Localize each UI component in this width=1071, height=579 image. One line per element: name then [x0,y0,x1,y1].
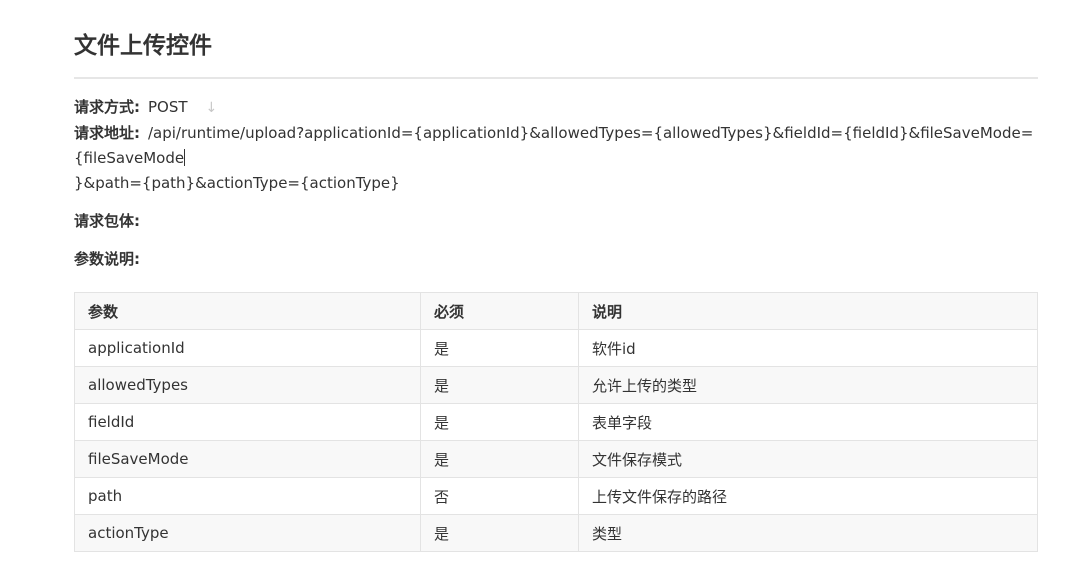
request-method-label: 请求方式: [74,98,140,116]
page-title: 文件上传控件 [74,33,212,59]
table-cell: 否 [420,477,579,515]
table-cell: 是 [420,403,579,441]
api-document: 文件上传控件 请求方式: POST ↓ 请求地址: /api/runtime/uplo… [74,0,1038,552]
request-url-part2[interactable]: {fileSaveMode [74,149,184,167]
request-body-line: 请求包体: [74,209,140,234]
table-cell: fileSaveMode [74,440,421,478]
table-cell: 是 [420,329,579,367]
request-method-value: POST [148,98,188,116]
table-row: fieldId 是 表单字段 [74,403,1038,441]
table-cell: 表单字段 [578,403,1038,441]
table-cell: 上传文件保存的路径 [578,477,1038,515]
table-row: allowedTypes 是 允许上传的类型 [74,366,1038,404]
request-url-label: 请求地址: [74,124,140,142]
table-cell: 软件id [578,329,1038,367]
request-url-wrap-line-2: }&path={path}&actionType={actionType} [74,171,400,196]
table-header-row: 参数 必须 说明 [74,292,1038,330]
table-cell: 是 [420,440,579,478]
params-table: 参数 必须 说明 applicationId 是 软件id allowedTyp… [74,292,1038,552]
table-cell: 是 [420,366,579,404]
request-url-line: 请求地址: /api/runtime/upload?applicationId={… [74,121,1033,146]
table-cell: fieldId [74,403,421,441]
table-cell: actionType [74,514,421,552]
arrow-down-icon: ↓ [205,100,218,116]
request-url-part3[interactable]: }&path={path}&actionType={actionType} [74,174,400,192]
table-cell: allowedTypes [74,366,421,404]
request-body-label: 请求包体: [74,212,140,230]
table-row: actionType 是 类型 [74,514,1038,552]
request-url-wrap-line: {fileSaveMode [74,146,186,171]
table-header-cell: 必须 [420,292,579,330]
table-row: path 否 上传文件保存的路径 [74,477,1038,515]
table-row: applicationId 是 软件id [74,329,1038,367]
request-method-line: 请求方式: POST ↓ [74,95,217,121]
table-header-cell: 说明 [578,292,1038,330]
table-cell: 类型 [578,514,1038,552]
table-cell: applicationId [74,329,421,367]
title-divider [74,77,1038,79]
text-cursor [184,149,186,166]
table-header-cell: 参数 [74,292,421,330]
request-url-part1[interactable]: /api/runtime/upload?applicationId={appli… [148,124,1033,142]
table-cell: 是 [420,514,579,552]
table-cell: 文件保存模式 [578,440,1038,478]
table-cell: 允许上传的类型 [578,366,1038,404]
params-desc-label: 参数说明: [74,250,140,268]
table-row: fileSaveMode 是 文件保存模式 [74,440,1038,478]
params-desc-line: 参数说明: [74,247,140,272]
table-cell: path [74,477,421,515]
